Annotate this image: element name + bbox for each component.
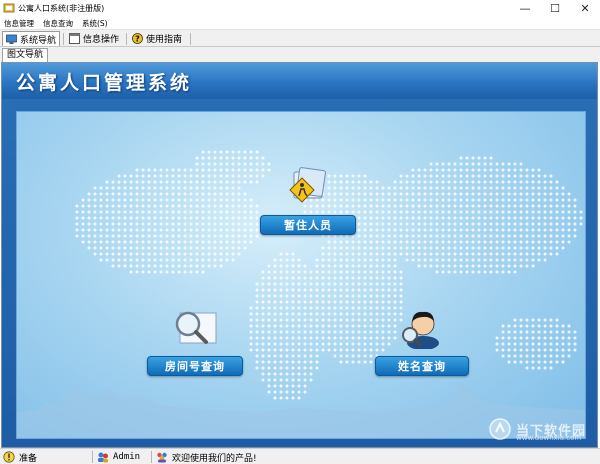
maximize-icon: ☐ (550, 2, 560, 15)
tab-divider (63, 33, 64, 45)
menu-system[interactable]: 系统(S) (82, 18, 108, 29)
tab-system-navigation[interactable]: 系统导航 (2, 31, 61, 46)
close-button[interactable]: ✕ (570, 0, 600, 17)
status-bar: 准备 Admin 欢迎使用我们的产品! (0, 448, 600, 464)
banner: 公寓人口管理系统 (2, 63, 597, 99)
menu-info-query[interactable]: 信息查询 (43, 18, 73, 29)
help-icon: ? (132, 33, 143, 44)
minimize-button[interactable]: — (510, 0, 540, 17)
tab-info-operation[interactable]: 信息操作 (66, 31, 122, 46)
banner-title: 公寓人口管理系统 (16, 72, 193, 94)
menu-info-management[interactable]: 信息管理 (4, 18, 34, 29)
user-search-icon[interactable] (399, 307, 443, 349)
status-ready: 准备 (3, 450, 37, 464)
tab-user-guide[interactable]: ? 使用指南 (129, 31, 185, 46)
status-welcome-text: 欢迎使用我们的产品! (172, 453, 257, 464)
status-divider (92, 451, 93, 463)
monitor-icon (6, 34, 17, 44)
temporary-residents-button[interactable]: 暂住人员 (260, 215, 356, 235)
tab-label: 信息操作 (83, 35, 120, 45)
watermark: 当下软件园 www.downxia.com (488, 412, 596, 446)
folder-person-icon[interactable] (286, 166, 328, 206)
status-welcome: 欢迎使用我们的产品! (156, 450, 257, 464)
maximize-button[interactable]: ☐ (540, 0, 570, 17)
sub-tab-bar: 图文导航 (0, 46, 600, 63)
watermark-logo-icon (489, 418, 511, 440)
menu-bar: 信息管理 信息查询 系统(S) (0, 17, 600, 29)
window-title: 公寓人口系统(非注册版) (18, 4, 105, 13)
title-bar: 公寓人口系统(非注册版) — ☐ ✕ (0, 0, 600, 17)
tab-graphic-navigation[interactable]: 图文导航 (2, 48, 49, 63)
toolbar: 系统导航 信息操作 ? 使用指南 (0, 29, 600, 46)
navigation-panel: 公寓人口管理系统 暂住人员 房间号查询 姓名查询 (1, 62, 598, 448)
info-icon (3, 451, 15, 463)
people-icon (157, 452, 167, 463)
magnifier-icon[interactable] (170, 309, 218, 347)
tab-label: 使用指南 (146, 35, 183, 45)
status-user-name: Admin (113, 452, 141, 462)
tab-divider (190, 33, 191, 45)
status-ready-text: 准备 (19, 453, 38, 464)
app-icon (3, 3, 15, 13)
tab-divider (126, 33, 127, 45)
status-user: Admin (97, 450, 140, 464)
city-skyline-graphic (17, 380, 585, 438)
minimize-icon: — (519, 2, 531, 15)
name-query-button[interactable]: 姓名查询 (375, 356, 469, 376)
close-icon: ✕ (580, 2, 590, 15)
status-divider (151, 451, 152, 463)
watermark-url: www.downxia.com (516, 434, 582, 442)
room-number-query-button[interactable]: 房间号查询 (147, 356, 243, 376)
users-icon (98, 452, 108, 463)
tab-label: 系统导航 (20, 35, 57, 46)
world-map-stage (16, 111, 586, 439)
window-icon (69, 33, 80, 44)
svg-text:?: ? (135, 34, 140, 43)
